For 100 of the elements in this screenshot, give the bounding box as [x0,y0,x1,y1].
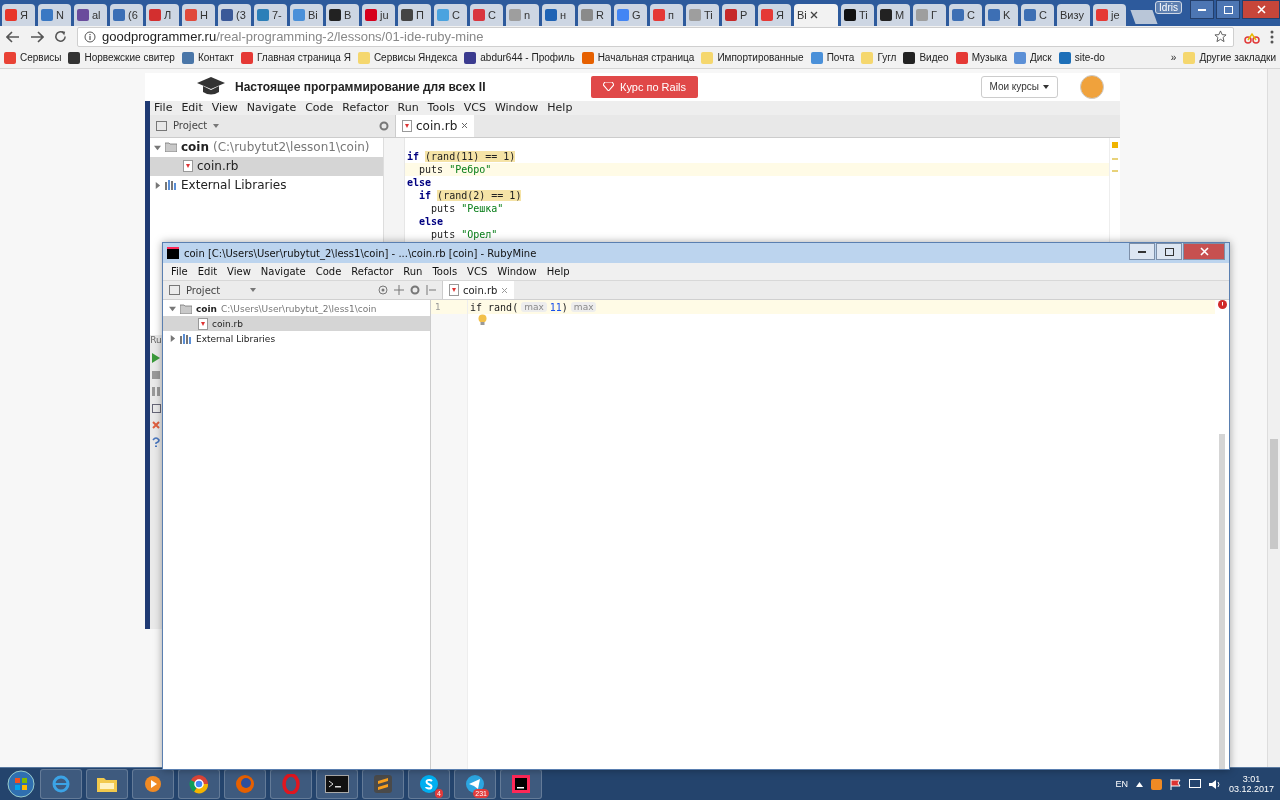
tree-item[interactable]: coin.rb [163,316,430,331]
bookmark-link[interactable]: Музыка [971,52,1007,64]
browser-tab[interactable]: Н [182,3,215,26]
gear-icon[interactable] [410,285,420,295]
volume-icon[interactable] [1208,778,1221,790]
bookmark-link[interactable]: Контакт [197,52,234,64]
editor-tab[interactable]: coin.rb [396,114,475,137]
gear-icon[interactable] [379,120,389,131]
collapsed-arrow-icon[interactable] [169,335,176,342]
menu-icon[interactable] [1270,29,1274,44]
layout-icon[interactable] [151,403,161,413]
project-dropdown[interactable]: Project [173,120,208,132]
start-button[interactable] [6,769,36,800]
menu-item[interactable]: Tools [427,101,455,115]
menu-item[interactable]: Tools [432,266,458,277]
browser-tab[interactable]: п [650,3,683,26]
browser-tab[interactable]: Ві [794,3,838,26]
menu-item[interactable]: Window [494,101,539,115]
tree-item[interactable]: coin (C:\rubytut2\lesson1\coin) [150,137,383,157]
menu-item[interactable]: Edit [181,101,203,115]
telegram-icon[interactable] [465,774,485,795]
browser-tab[interactable]: Ві [290,3,323,26]
collapsed-arrow-icon[interactable] [154,181,161,189]
bookmark-link[interactable]: Диск [1030,52,1052,64]
taskbar-button[interactable] [178,769,220,800]
browser-tab[interactable]: н [542,3,575,26]
minimize-button[interactable] [1129,243,1155,260]
chrome-icon[interactable] [189,774,209,795]
back-icon[interactable] [6,30,20,43]
maximize-button[interactable] [1156,243,1182,260]
browser-tab[interactable]: В [326,3,359,26]
forward-icon[interactable] [30,30,44,43]
menu-item[interactable]: Window [497,266,537,277]
taskbar-button[interactable] [362,769,404,800]
bookmark-link[interactable]: Норвежские свитер [84,52,175,64]
tray-arrow-icon[interactable] [1135,781,1143,787]
bookmark-link[interactable]: Начальная страница [597,52,695,64]
scrollbar[interactable] [1219,434,1225,769]
browser-tab[interactable]: Я [758,3,791,26]
browser-tab[interactable]: Ti [686,3,719,26]
browser-tab[interactable]: M [877,3,910,26]
bookmark-link[interactable]: Видео [919,52,949,64]
play-icon[interactable] [152,352,160,363]
menu-item[interactable]: Refactor [342,101,389,115]
browser-tab[interactable]: С [470,3,503,26]
menu-item[interactable]: Navigate [246,101,297,115]
ie-icon[interactable] [51,774,71,795]
menu-item[interactable]: Code [305,101,334,115]
editor-tab[interactable]: coin.rb [443,281,515,299]
minimize-button[interactable] [1190,0,1214,19]
bookmark-link[interactable]: Другие закладки [1199,52,1276,64]
browser-tab[interactable]: N [38,3,71,26]
menu-item[interactable]: VCS [467,266,488,277]
browser-tab[interactable]: Г [913,3,946,26]
bookmark-link[interactable]: Почта [826,52,855,64]
menu-item[interactable]: View [227,266,251,277]
new-tab-button[interactable] [1130,9,1158,24]
star-icon[interactable] [1214,30,1227,44]
browser-tab[interactable]: С [949,3,982,26]
menu-item[interactable]: Help [546,266,570,277]
menu-item[interactable]: Edit [197,266,218,277]
close-icon[interactable] [809,10,818,19]
pause-icon[interactable] [152,386,160,396]
expanded-arrow-icon[interactable] [169,305,176,312]
tree-item[interactable]: External Libraries [163,331,430,346]
taskbar-button[interactable] [132,769,174,800]
taskbar-button[interactable] [500,769,542,800]
taskbar-button[interactable] [86,769,128,800]
reload-icon[interactable] [54,30,67,44]
browser-tab[interactable]: K [985,3,1018,26]
browser-tab[interactable]: 7- [254,3,287,26]
menu-item[interactable]: Run [397,101,419,115]
more-bookmarks-button[interactable]: » [1170,52,1177,64]
browser-tab[interactable]: R [578,3,611,26]
menu-item[interactable]: File [171,266,188,277]
rubymine-icon[interactable] [510,773,532,796]
target-icon[interactable] [378,285,388,295]
language-indicator[interactable]: EN [1115,779,1128,790]
menu-item[interactable]: Run [403,266,423,277]
browser-tab[interactable]: ju [362,3,395,26]
clock[interactable]: 3:01 03.12.2017 [1228,774,1274,795]
browser-tab[interactable]: al [74,3,107,26]
browser-tab[interactable]: Ti [841,3,874,26]
bookmark-link[interactable]: site-do [1074,52,1105,64]
bookmark-link[interactable]: Гугл [877,52,897,64]
folder-icon[interactable] [96,775,118,794]
bookmark-link[interactable]: Сервисы Яндекса [373,52,458,64]
profile-button[interactable]: Idris [1155,1,1182,14]
browser-tab[interactable]: С [434,3,467,26]
tree-item[interactable]: coin C:\Users\User\rubytut_2\less1\coin [163,301,430,316]
browser-tab[interactable]: Я [2,3,35,26]
skype-icon[interactable] [419,774,439,795]
browser-tab[interactable]: С [1021,3,1054,26]
menu-item[interactable]: Refactor [351,266,394,277]
browser-tab[interactable]: Визу [1057,3,1090,26]
menu-item[interactable]: File [154,101,173,115]
scrollbar[interactable] [1267,68,1280,768]
terminal-icon[interactable] [325,775,349,794]
play-icon[interactable] [143,774,163,795]
bookmark-link[interactable]: Сервисы [20,52,62,64]
